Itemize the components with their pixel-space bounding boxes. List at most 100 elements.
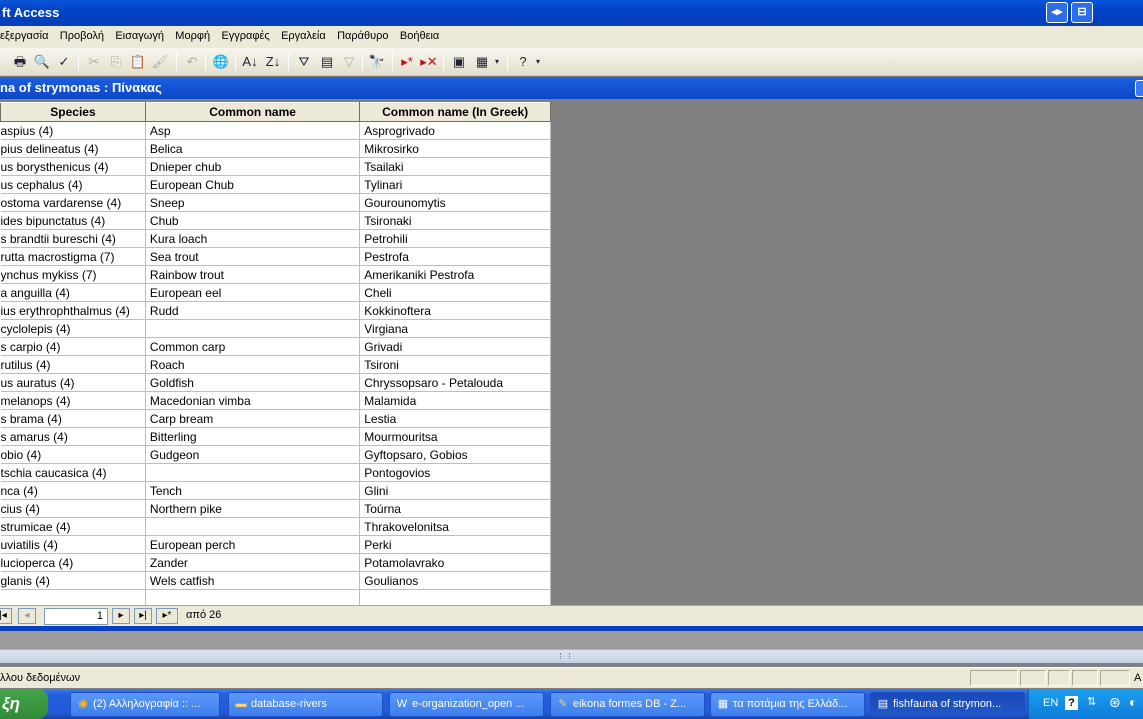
cell-common-name-greek[interactable]: Goulianos xyxy=(359,571,551,590)
cell-common-name-greek[interactable]: Chryssopsaro - Petalouda xyxy=(359,373,551,392)
cell-common-name-greek[interactable]: Grivadi xyxy=(359,337,551,356)
find-icon[interactable]: 🔭 xyxy=(367,52,387,72)
new-object-icon[interactable]: ▦ xyxy=(472,52,492,72)
cell-common-name-greek[interactable]: Gourounomytis xyxy=(359,193,551,212)
cell-species[interactable]: ostoma vardarense (4) xyxy=(0,193,146,212)
database-window-icon[interactable]: ▣ xyxy=(449,52,469,72)
sort-descending-icon[interactable]: Z↓ xyxy=(263,52,283,72)
first-record-icon[interactable]: |◂ xyxy=(0,608,12,624)
cell-common-name[interactable] xyxy=(145,517,361,536)
task-paint[interactable]: ✎ eikona formes DB - Z... xyxy=(550,692,705,717)
cell-species[interactable]: aspius (4) xyxy=(0,121,146,140)
table-row[interactable]: aspius (4) Asp Asprogrivado xyxy=(0,121,551,140)
table-row[interactable]: cyclolepis (4) Virgiana xyxy=(0,319,551,338)
cell-common-name[interactable]: Rudd xyxy=(145,301,361,320)
cell-species[interactable]: tschia caucasica (4) xyxy=(0,463,146,482)
cell-species[interactable]: uviatilis (4) xyxy=(0,535,146,554)
table-row[interactable]: s amarus (4) Bitterling Mourmouritsa xyxy=(0,427,551,446)
cell-species[interactable]: rutilus (4) xyxy=(0,355,146,374)
cell-species[interactable]: glanis (4) xyxy=(0,571,146,590)
cell-common-name[interactable]: Sea trout xyxy=(145,247,361,266)
cell-common-name[interactable]: Northern pike xyxy=(145,499,361,518)
shield-tray-icon[interactable]: ◐ xyxy=(1129,694,1137,710)
spelling-icon[interactable]: ✓ xyxy=(54,52,74,72)
cell-common-name-greek[interactable]: Lestia xyxy=(359,409,551,428)
cell-common-name-greek[interactable]: Tylinari xyxy=(359,175,551,194)
menu-insert[interactable]: Εισαγωγή xyxy=(111,26,168,48)
cell-common-name-greek[interactable]: Kokkinoftera xyxy=(359,301,551,320)
cell-common-name-greek[interactable]: Glini xyxy=(359,481,551,500)
cell-species[interactable]: ius erythrophthalmus (4) xyxy=(0,301,146,320)
table-row[interactable]: us borysthenicus (4) Dnieper chub Tsailaki xyxy=(0,157,551,176)
cell-common-name[interactable] xyxy=(145,463,361,482)
hyperlink-icon[interactable]: 🌐 xyxy=(211,52,231,72)
copy-icon[interactable]: ⎘ xyxy=(106,52,126,72)
table-row[interactable]: glanis (4) Wels catfish Goulianos xyxy=(0,571,551,590)
network-tray-icon[interactable]: ⇅ xyxy=(1087,695,1096,708)
cell-common-name[interactable]: Kura loach xyxy=(145,229,361,248)
task-chrome[interactable]: ◉ (2) Αλληλογραφία :: ... xyxy=(70,692,220,717)
table-row[interactable]: ius erythrophthalmus (4) Rudd Kokkinoftera xyxy=(0,301,551,320)
cell-species[interactable]: melanops (4) xyxy=(0,391,146,410)
sync-tray-icon[interactable]: ⊛ xyxy=(1109,694,1121,711)
cell-common-name-greek[interactable]: Perki xyxy=(359,535,551,554)
menu-window[interactable]: Παράθυρο xyxy=(333,26,392,48)
table-row[interactable]: rutta macrostigma (7) Sea trout Pestrofa xyxy=(0,247,551,266)
cell-species[interactable]: nca (4) xyxy=(0,481,146,500)
paste-icon[interactable]: 📋 xyxy=(128,52,148,72)
table-row[interactable]: obio (4) Gudgeon Gyftopsaro, Gobios xyxy=(0,445,551,464)
cell-common-name-greek[interactable]: Thrakovelonitsa xyxy=(359,517,551,536)
cell-common-name[interactable]: Wels catfish xyxy=(145,571,361,590)
print-icon[interactable]: 🖶 xyxy=(10,52,30,72)
table-row[interactable]: s carpio (4) Common carp Grivadi xyxy=(0,337,551,356)
cell-common-name-greek[interactable]: Tsailaki xyxy=(359,157,551,176)
record-number-input[interactable]: 1 xyxy=(44,608,108,625)
cell-common-name[interactable] xyxy=(145,319,361,338)
filter-by-form-icon[interactable]: ▤ xyxy=(317,52,337,72)
cell-common-name[interactable]: Roach xyxy=(145,355,361,374)
table-row[interactable]: ostoma vardarense (4) Sneep Gourounomytis xyxy=(0,193,551,212)
table-row[interactable]: pius delineatus (4) Belica Mikrosirko xyxy=(0,139,551,158)
cell-common-name[interactable]: Tench xyxy=(145,481,361,500)
cell-common-name[interactable]: Belica xyxy=(145,139,361,158)
previous-record-icon[interactable]: ◂ xyxy=(18,608,36,624)
filter-by-selection-icon[interactable]: ⛛ xyxy=(294,52,314,72)
language-indicator[interactable]: EN xyxy=(1043,697,1058,709)
table-row[interactable]: s brandtii bureschi (4) Kura loach Petrohi… xyxy=(0,229,551,248)
cell-common-name-greek[interactable]: Mourmouritsa xyxy=(359,427,551,446)
help-icon[interactable]: ? xyxy=(513,52,533,72)
apply-filter-icon[interactable]: ▽ xyxy=(339,52,359,72)
cell-common-name-greek[interactable]: Cheli xyxy=(359,283,551,302)
cell-species[interactable]: s carpio (4) xyxy=(0,337,146,356)
cell-species[interactable]: us auratus (4) xyxy=(0,373,146,392)
task-powerpoint[interactable]: ▦ τα ποτάμια της Ελλάδ... xyxy=(710,692,865,717)
cell-common-name-greek[interactable]: Petrohili xyxy=(359,229,551,248)
menu-view[interactable]: Προβολή xyxy=(56,26,108,48)
cell-species[interactable]: a anguilla (4) xyxy=(0,283,146,302)
table-row[interactable]: us auratus (4) Goldfish Chryssopsaro - Pet… xyxy=(0,373,551,392)
task-folder[interactable]: ▬ database-rivers xyxy=(228,692,383,717)
start-button[interactable]: ξη xyxy=(0,689,48,719)
table-row[interactable]: us cephalus (4) European Chub Tylinari xyxy=(0,175,551,194)
cell-common-name[interactable]: Gudgeon xyxy=(145,445,361,464)
cell-species[interactable]: us cephalus (4) xyxy=(0,175,146,194)
cell-common-name-greek[interactable]: Tsironaki xyxy=(359,211,551,230)
cut-icon[interactable]: ✂ xyxy=(84,52,104,72)
menu-edit[interactable]: εξεργασία xyxy=(0,26,52,48)
new-record-nav-icon[interactable]: ▸* xyxy=(156,608,178,624)
next-record-icon[interactable]: ▸ xyxy=(112,608,130,624)
format-painter-icon[interactable]: 🖌 xyxy=(150,52,170,72)
cell-common-name-greek[interactable]: Asprogrivado xyxy=(359,121,551,140)
table-row[interactable]: melanops (4) Macedonian vimba Malamida xyxy=(0,391,551,410)
cell-species[interactable]: cius (4) xyxy=(0,499,146,518)
cell-common-name[interactable]: Dnieper chub xyxy=(145,157,361,176)
help-dropdown-icon[interactable]: ▾ xyxy=(533,52,543,72)
task-word[interactable]: W e-organization_open ... xyxy=(389,692,544,717)
new-record-icon[interactable]: ▸* xyxy=(397,52,417,72)
table-row[interactable]: cius (4) Northern pike Toúrna xyxy=(0,499,551,518)
table-row[interactable]: uviatilis (4) European perch Perki xyxy=(0,535,551,554)
cell-common-name[interactable]: Zander xyxy=(145,553,361,572)
cell-common-name[interactable]: Asp xyxy=(145,121,361,140)
cell-common-name-greek[interactable]: Virgiana xyxy=(359,319,551,338)
cell-species[interactable]: s brama (4) xyxy=(0,409,146,428)
